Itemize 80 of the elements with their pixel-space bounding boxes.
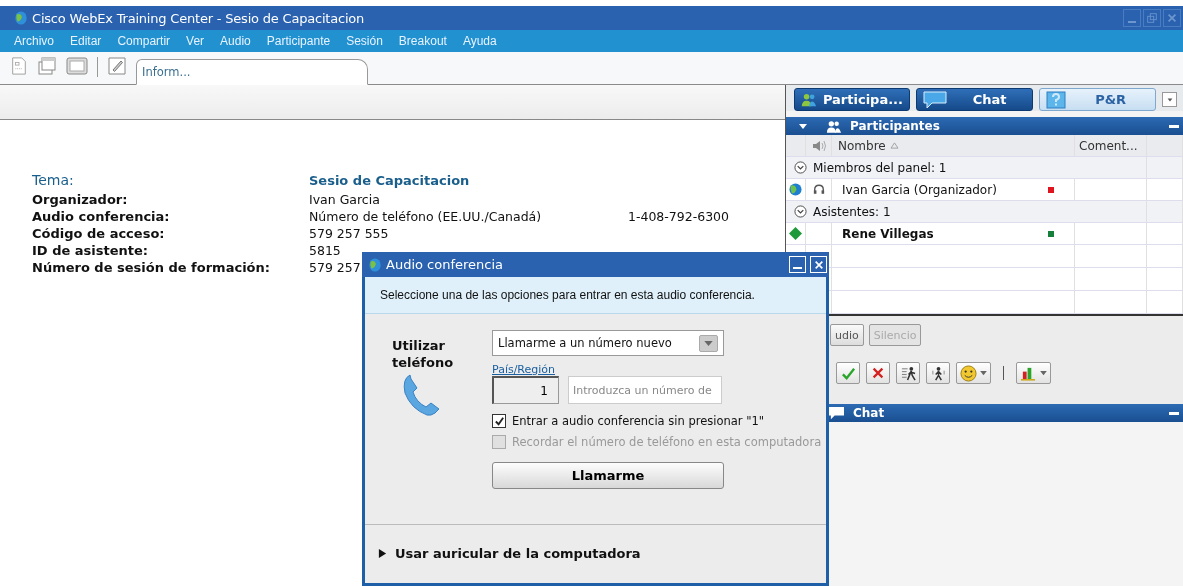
audio-button[interactable]: udio	[830, 324, 864, 346]
globe-icon	[368, 256, 382, 273]
diamond-icon	[789, 227, 802, 240]
check-button[interactable]	[836, 362, 860, 384]
field-value: 579 257	[309, 259, 361, 276]
country-link[interactable]: País/Región	[492, 363, 556, 376]
field-value: Número de teléfono (EE.UU./Canadá)	[309, 208, 542, 225]
minimize-icon	[1128, 21, 1136, 23]
chart-button[interactable]	[1016, 362, 1051, 384]
edit-icon[interactable]	[107, 56, 127, 76]
bar-chart-icon	[1020, 365, 1037, 381]
call-button[interactable]: Llamarme	[492, 462, 724, 489]
cross-button[interactable]	[866, 362, 890, 384]
number-dropdown[interactable]: Llamarme a un número nuevo	[492, 330, 724, 356]
chat-bubble-icon	[923, 90, 947, 109]
document-tab[interactable]: Inform...	[136, 59, 368, 85]
collapse-icon[interactable]	[794, 161, 807, 174]
caret-icon	[1165, 95, 1174, 104]
headset-icon	[812, 184, 825, 195]
intro-text: Seleccione una de las opciones para entrar en esta audio conferencia.	[380, 288, 755, 302]
restore-icon	[1146, 12, 1158, 24]
minimize-icon[interactable]	[1169, 124, 1179, 128]
chat-bubble-icon	[828, 405, 845, 421]
panel-tab[interactable]: P&R	[1039, 88, 1157, 111]
section-header[interactable]: Participantes	[786, 117, 1183, 135]
group-label[interactable]: Asistentes: 1	[813, 204, 891, 219]
phone-number-field[interactable]: Introduzca un número de	[568, 376, 722, 404]
field-value: Ivan Garcia	[309, 191, 380, 208]
cross-icon	[871, 366, 885, 380]
field-value: 5815	[309, 242, 341, 259]
caret-icon	[704, 340, 713, 346]
field-value: 579 257 555	[309, 225, 389, 242]
emoticon-button[interactable]	[956, 362, 991, 384]
caret-icon	[1040, 370, 1047, 376]
section-title: Participantes	[850, 119, 940, 133]
close-icon	[813, 259, 824, 270]
panel-tab[interactable]: Participa...	[794, 88, 910, 111]
dialog-title: Audio conferencia	[386, 257, 505, 272]
people-icon	[826, 119, 842, 133]
field-label: Número de sesión de formación:	[32, 259, 271, 276]
computer-audio-option[interactable]: Usar auricular de la computadora	[395, 545, 641, 561]
checkbox[interactable]	[492, 414, 506, 428]
check-icon	[840, 365, 856, 381]
field-label: Código de acceso:	[32, 225, 166, 242]
globe-icon	[789, 183, 802, 196]
checkbox-label[interactable]: Entrar a audio conferencia sin presionar "1"	[512, 414, 765, 428]
speaker-icon	[810, 139, 827, 152]
close-icon	[1166, 12, 1178, 24]
walker-button[interactable]	[896, 362, 920, 384]
expand-arrow-icon[interactable]	[378, 548, 387, 558]
figure-button[interactable]	[926, 362, 950, 384]
caret-icon	[980, 370, 987, 376]
field-label: ID de asistente:	[32, 242, 150, 259]
minimize-icon	[793, 267, 802, 269]
field-label: Audio conferencia:	[32, 208, 171, 225]
phone-number: 1-408-792-6300	[628, 208, 729, 225]
menu-item[interactable]: Ver	[186, 34, 205, 48]
collapse-arrow-icon[interactable]	[798, 121, 808, 131]
field-label: Organizador:	[32, 191, 129, 208]
dropdown-button[interactable]	[1162, 92, 1177, 107]
window-title: Cisco WebEx Training Center - Sesio de Capacitacion	[32, 10, 365, 26]
standing-figure-icon	[930, 365, 946, 381]
smiley-icon	[960, 364, 977, 382]
participant-name[interactable]: Rene Villegas	[842, 226, 934, 241]
panel-tab[interactable]: Chat	[916, 88, 1034, 111]
section-heading: Utilizar teléfono	[392, 337, 455, 371]
column-header[interactable]: Coment...	[1075, 135, 1147, 156]
globe-icon	[14, 10, 28, 26]
column-header[interactable]: Nombre	[838, 138, 886, 153]
collapse-icon[interactable]	[794, 205, 807, 218]
menu-item[interactable]: Audio	[220, 34, 251, 48]
phone-icon	[402, 373, 442, 417]
country-code-field[interactable]: 1	[492, 376, 559, 404]
participant-name[interactable]: Ivan Garcia (Organizador)	[842, 182, 997, 197]
walking-figure-icon	[900, 365, 916, 381]
question-icon	[1046, 90, 1067, 109]
minimize-icon[interactable]	[1169, 411, 1179, 415]
section-title: Chat	[853, 406, 885, 420]
topic-value: Sesio de Capacitacion	[309, 172, 471, 190]
topic-label: Tema:	[32, 172, 75, 190]
